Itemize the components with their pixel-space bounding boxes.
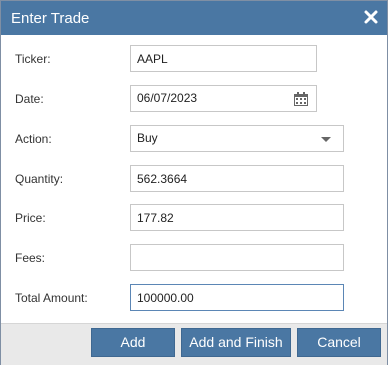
- price-input[interactable]: [130, 204, 344, 231]
- price-label: Price:: [15, 211, 46, 225]
- quantity-label: Quantity:: [15, 172, 64, 186]
- action-label: Action:: [15, 132, 52, 146]
- action-select[interactable]: Buy: [130, 125, 344, 152]
- fees-input[interactable]: [130, 244, 344, 271]
- quantity-input[interactable]: [130, 165, 344, 192]
- chevron-down-icon: [321, 137, 331, 142]
- dialog-title: Enter Trade: [11, 10, 90, 27]
- dialog-titlebar: Enter Trade: [1, 1, 387, 35]
- close-icon[interactable]: [363, 8, 379, 26]
- add-button[interactable]: Add: [91, 328, 175, 357]
- calendar-icon[interactable]: [293, 91, 309, 107]
- date-label: Date:: [15, 92, 44, 106]
- fees-label: Fees:: [15, 251, 46, 265]
- total-amount-input[interactable]: [130, 284, 344, 311]
- date-field[interactable]: 06/07/2023: [130, 85, 317, 112]
- date-value: 06/07/2023: [137, 91, 198, 105]
- ticker-input[interactable]: [130, 45, 317, 72]
- total-amount-label: Total Amount:: [15, 291, 88, 305]
- cancel-button[interactable]: Cancel: [297, 328, 381, 357]
- action-selected-value: Buy: [137, 131, 158, 145]
- add-and-finish-button[interactable]: Add and Finish: [181, 328, 291, 357]
- ticker-label: Ticker:: [15, 52, 51, 66]
- enter-trade-dialog: Enter Trade Ticker: Date: 06/07/2023: [0, 0, 388, 365]
